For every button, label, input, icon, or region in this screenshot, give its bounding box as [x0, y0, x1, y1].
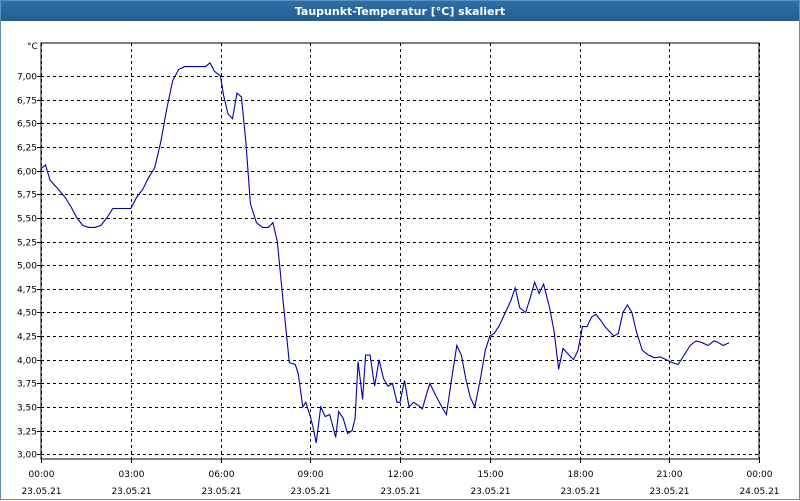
x-tick-label-date: 23.05.21 — [470, 487, 510, 497]
y-tick-label: 3,75 — [17, 380, 37, 390]
x-tick-label-time: 15:00 — [478, 470, 504, 480]
dew-point-chart: 3,00 3,25 3,50 3,75 4,00 4,25 4,50 4,75 5,00 5,25… — [17, 42, 780, 497]
y-tick-label: 5,25 — [17, 239, 37, 249]
x-tick-label-date: 23.05.21 — [380, 487, 420, 497]
y-tick-label: 6,25 — [17, 144, 37, 154]
y-tick-label: 5,50 — [17, 215, 37, 225]
y-tick-label: 6,00 — [17, 168, 37, 178]
y-tick-label: 4,25 — [17, 333, 37, 343]
x-tick-label-date: 23.05.21 — [560, 487, 600, 497]
y-tick-label: 3,50 — [17, 404, 37, 414]
x-tick-label-date: 24.05.21 — [739, 487, 779, 497]
x-tick-label-date: 23.05.21 — [649, 487, 689, 497]
y-axis-unit: °C — [27, 42, 38, 52]
x-tick-label-date: 23.05.21 — [111, 487, 151, 497]
y-tick-label: 5,75 — [17, 191, 37, 201]
y-tick-label: 3,25 — [17, 428, 37, 438]
y-tick-label: 5,00 — [17, 262, 37, 272]
x-tick-label-time: 09:00 — [298, 470, 324, 480]
x-tick-label-time: 00:00 — [29, 470, 55, 480]
y-tick-label: 6,50 — [17, 120, 37, 130]
chart-window: Taupunkt-Temperatur [°C] skaliert 3,00 3,… — [0, 0, 800, 500]
y-tick-label: 4,75 — [17, 286, 37, 296]
y-tick-label: 6,75 — [17, 97, 37, 107]
y-tick-label: 4,00 — [17, 357, 37, 367]
x-tick-label-date: 23.05.21 — [290, 487, 330, 497]
x-tick-label-time: 18:00 — [568, 470, 594, 480]
y-tick-label: 4,50 — [17, 309, 37, 319]
x-tick-label-time: 21:00 — [657, 470, 683, 480]
series-line — [40, 62, 730, 444]
x-tick-label-time: 06:00 — [209, 470, 235, 480]
x-tick-label-time: 00:00 — [747, 470, 773, 480]
x-tick-label-time: 03:00 — [119, 470, 145, 480]
y-tick-label: 7,00 — [17, 73, 37, 83]
x-tick-label-date: 23.05.21 — [21, 487, 61, 497]
x-tick-label-date: 23.05.21 — [201, 487, 241, 497]
y-tick-label: 3,00 — [17, 451, 37, 461]
x-tick-label-time: 12:00 — [388, 470, 414, 480]
